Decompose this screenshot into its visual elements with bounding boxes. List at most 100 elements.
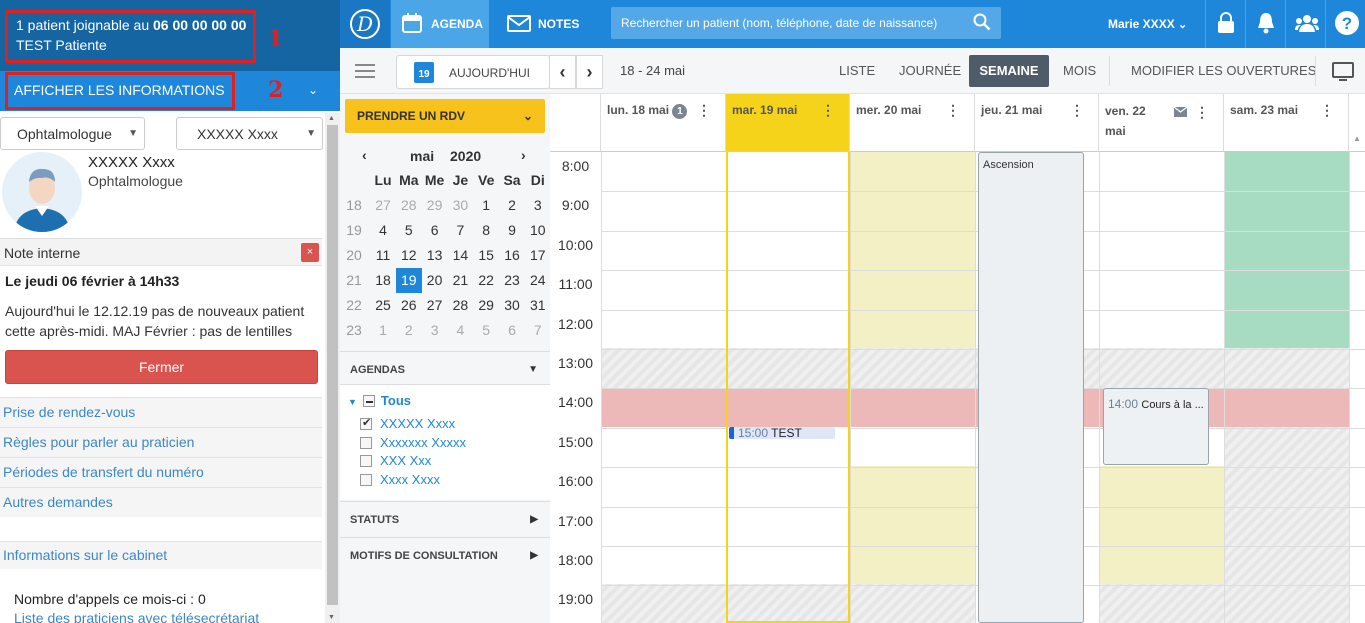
day-header-sat[interactable]: sam. 23 mai ⋮ bbox=[1224, 94, 1349, 152]
link-cabinet-info[interactable]: Informations sur le cabinet bbox=[0, 541, 322, 569]
reasons-section-header[interactable]: MOTIFS DE CONSULTATION ▶ bbox=[340, 537, 550, 571]
lock-button[interactable] bbox=[1205, 0, 1245, 48]
show-info-toggle[interactable]: AFFICHER LES INFORMATIONS 2 ⌄ bbox=[0, 71, 340, 111]
view-day[interactable]: JOURNÉE bbox=[899, 63, 961, 78]
team-button[interactable] bbox=[1285, 0, 1325, 48]
calendar-day[interactable]: 24 bbox=[525, 268, 551, 293]
agenda-item[interactable]: Xxxx Xxxx bbox=[360, 472, 440, 487]
calendar-day[interactable]: 18 bbox=[370, 268, 396, 293]
more-icon[interactable]: ⋮ bbox=[946, 102, 960, 119]
statuses-section-header[interactable]: STATUTS ▶ bbox=[340, 501, 550, 535]
day-header-thu[interactable]: jeu. 21 mai ⋮ bbox=[975, 94, 1099, 152]
calendar-day[interactable]: 7 bbox=[447, 218, 473, 243]
calendar-day[interactable]: 2 bbox=[499, 193, 525, 218]
scroll-down-icon[interactable]: ▼ bbox=[328, 614, 335, 621]
app-logo[interactable]: D bbox=[340, 0, 390, 48]
scrollbar-thumb[interactable] bbox=[327, 125, 338, 605]
calendar-day[interactable]: 27 bbox=[422, 293, 448, 318]
calendar-day[interactable]: 2 bbox=[396, 318, 422, 343]
appointment-event[interactable]: 15:00 TEST bbox=[729, 427, 835, 439]
close-note-icon[interactable]: × bbox=[301, 243, 319, 262]
calendar-day[interactable]: 29 bbox=[473, 293, 499, 318]
calendar-day[interactable]: 10 bbox=[525, 218, 551, 243]
day-header-tue[interactable]: mar. 19 mai ⋮ bbox=[726, 94, 850, 152]
today-button[interactable]: 19 AUJOURD'HUI bbox=[396, 55, 550, 89]
user-menu[interactable]: Marie XXXX ⌄ bbox=[1108, 17, 1187, 31]
calendar-day[interactable]: 25 bbox=[370, 293, 396, 318]
calendar-day[interactable]: 6 bbox=[499, 318, 525, 343]
view-list[interactable]: LISTE bbox=[839, 63, 875, 78]
calendar-day[interactable]: 28 bbox=[447, 293, 473, 318]
calendar-day[interactable]: 15 bbox=[473, 243, 499, 268]
calendar-day[interactable]: 12 bbox=[396, 243, 422, 268]
link-booking[interactable]: Prise de rendez-vous bbox=[0, 397, 322, 427]
calendar-day[interactable]: 28 bbox=[396, 193, 422, 218]
calendar-day[interactable]: 30 bbox=[447, 193, 473, 218]
more-icon[interactable]: ⋮ bbox=[1320, 102, 1334, 119]
agenda-item[interactable]: XXX Xxx bbox=[360, 453, 431, 468]
view-month[interactable]: MOIS bbox=[1063, 63, 1096, 78]
modify-hours-button[interactable]: MODIFIER LES OUVERTURES bbox=[1131, 63, 1316, 78]
day-header-mon[interactable]: lun. 18 mai 1 ⋮ bbox=[601, 94, 726, 152]
calendar-day[interactable]: 4 bbox=[370, 218, 396, 243]
book-appointment-button[interactable]: PRENDRE UN RDV ⌄ bbox=[345, 99, 545, 133]
agenda-item[interactable]: Xxxxxxx Xxxxx bbox=[360, 435, 466, 450]
menu-icon[interactable] bbox=[355, 63, 375, 79]
more-icon[interactable]: ⋮ bbox=[1070, 102, 1084, 119]
agendas-all[interactable]: ▼ Tous bbox=[348, 393, 411, 408]
practitioner-select[interactable]: XXXXX Xxxx ▼ bbox=[176, 117, 323, 150]
calendar-day[interactable]: 5 bbox=[396, 218, 422, 243]
calendar-day[interactable]: 26 bbox=[396, 293, 422, 318]
monitor-icon[interactable] bbox=[1332, 62, 1354, 82]
next-week-button[interactable]: › bbox=[576, 55, 603, 89]
checkbox[interactable] bbox=[360, 437, 372, 449]
holiday-block[interactable]: Ascension bbox=[978, 152, 1084, 623]
left-scrollbar[interactable]: ▲ ▼ bbox=[325, 113, 340, 623]
calendar-day[interactable]: 5 bbox=[473, 318, 499, 343]
scroll-up-icon[interactable]: ▲ bbox=[1353, 134, 1361, 143]
view-week[interactable]: SEMAINE bbox=[969, 55, 1049, 87]
calendar-day[interactable]: 3 bbox=[422, 318, 448, 343]
calendar-day[interactable]: 11 bbox=[370, 243, 396, 268]
calendar-day[interactable]: 14 bbox=[447, 243, 473, 268]
tab-agenda[interactable]: AGENDA bbox=[391, 0, 489, 48]
more-icon[interactable]: ⋮ bbox=[821, 102, 835, 119]
calendar-day[interactable]: 27 bbox=[370, 193, 396, 218]
close-button[interactable]: Fermer bbox=[5, 350, 318, 384]
more-icon[interactable]: ⋮ bbox=[697, 102, 711, 119]
next-month-icon[interactable]: › bbox=[521, 147, 526, 163]
agendas-section-header[interactable]: AGENDAS ▼ bbox=[340, 351, 550, 385]
tab-notes[interactable]: NOTES bbox=[497, 0, 587, 48]
course-event[interactable]: 14:00 Cours à la ... bbox=[1103, 388, 1209, 465]
calendar-day[interactable]: 13 bbox=[422, 243, 448, 268]
calendar-day[interactable]: 19 bbox=[395, 268, 422, 293]
scroll-up-icon[interactable]: ▲ bbox=[328, 115, 335, 122]
checkbox-all[interactable] bbox=[362, 395, 375, 407]
calendar-day[interactable]: 9 bbox=[499, 218, 525, 243]
calendar-day[interactable]: 1 bbox=[473, 193, 499, 218]
calendar-day[interactable]: 31 bbox=[525, 293, 551, 318]
prev-month-icon[interactable]: ‹ bbox=[362, 147, 367, 163]
link-other-requests[interactable]: Autres demandes bbox=[0, 487, 322, 517]
link-rules[interactable]: Règles pour parler au praticien bbox=[0, 427, 322, 457]
calendar-day[interactable]: 3 bbox=[525, 193, 551, 218]
search-icon[interactable] bbox=[973, 13, 991, 31]
calendar-day[interactable]: 20 bbox=[422, 268, 448, 293]
checkbox[interactable] bbox=[360, 455, 372, 467]
checkbox-checked[interactable]: ✔ bbox=[360, 417, 372, 430]
calendar-day[interactable]: 16 bbox=[499, 243, 525, 268]
calendar-day[interactable]: 7 bbox=[525, 318, 551, 343]
link-transfer-periods[interactable]: Périodes de transfert du numéro bbox=[0, 457, 322, 487]
help-button[interactable]: ? bbox=[1325, 0, 1365, 48]
calendar-day[interactable]: 17 bbox=[525, 243, 551, 268]
calendar-day[interactable]: 30 bbox=[499, 293, 525, 318]
calendar-day[interactable]: 1 bbox=[370, 318, 396, 343]
calendar-day[interactable]: 8 bbox=[473, 218, 499, 243]
patient-search-input[interactable]: Rechercher un patient (nom, téléphone, d… bbox=[611, 7, 1001, 39]
day-header-fri[interactable]: ven. 22 mai ⋮ bbox=[1099, 94, 1224, 152]
calendar-day[interactable]: 23 bbox=[499, 268, 525, 293]
calendar-day[interactable]: 6 bbox=[422, 218, 448, 243]
agenda-item[interactable]: ✔ XXXXX Xxxx bbox=[360, 416, 455, 431]
more-icon[interactable]: ⋮ bbox=[1195, 102, 1209, 122]
day-header-wed[interactable]: mer. 20 mai ⋮ bbox=[850, 94, 975, 152]
